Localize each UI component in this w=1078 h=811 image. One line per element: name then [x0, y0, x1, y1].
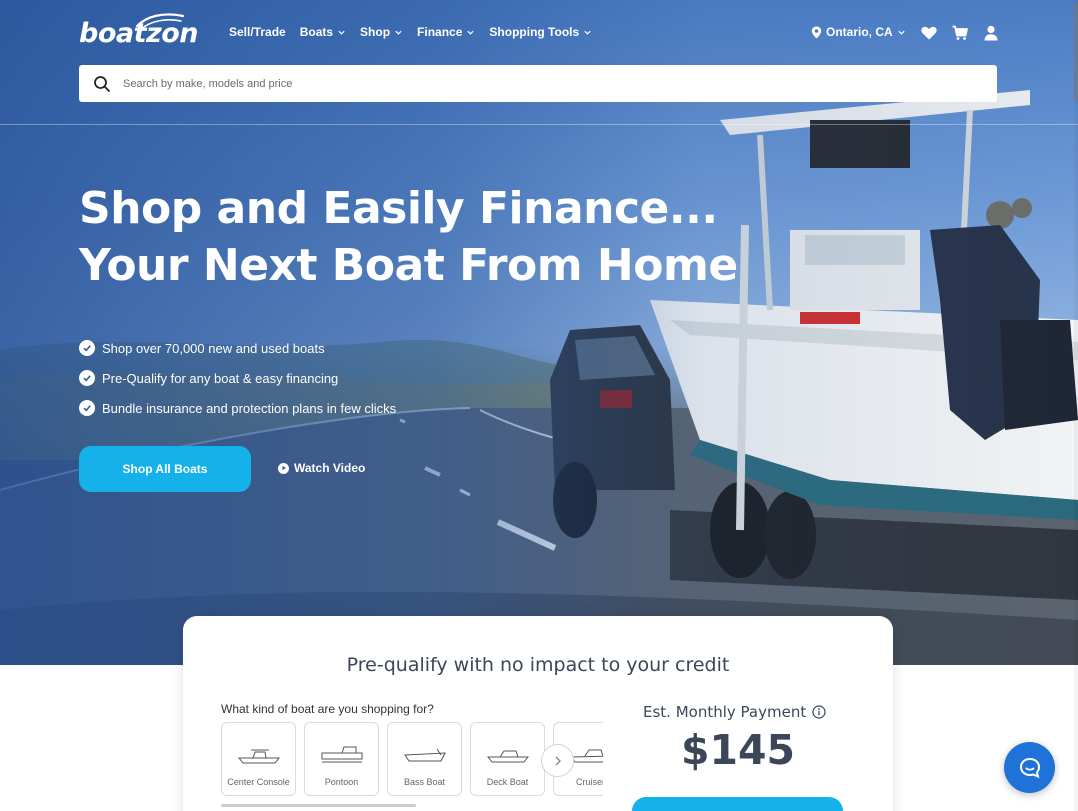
page-scrollbar-track	[1074, 0, 1078, 811]
hero-headline-line1: Shop and Easily Finance...	[79, 183, 718, 234]
benefit-item: Bundle insurance and protection plans in…	[79, 393, 396, 423]
search-icon	[94, 75, 110, 92]
hero-benefits-list: Shop over 70,000 new and used boats Pre-…	[79, 333, 396, 423]
bass-boat-icon	[403, 748, 446, 762]
hero-section: boatzon Sell/Trade Boats Shop Finance Sh…	[0, 0, 1078, 665]
boat-type-label: Deck Boat	[486, 777, 529, 787]
chevron-down-icon	[584, 30, 591, 35]
nav-finance[interactable]: Finance	[417, 25, 475, 39]
user-icon[interactable]	[982, 24, 1000, 42]
benefit-text: Bundle insurance and protection plans in…	[102, 400, 397, 416]
est-monthly-payment-label: Est. Monthly Payment	[643, 703, 826, 721]
boat-type-label: Cruiser	[575, 777, 603, 787]
search-bar[interactable]	[79, 65, 997, 102]
nav-boats[interactable]: Boats	[300, 25, 346, 39]
location-pin-icon	[811, 26, 822, 38]
est-label-text: Est. Monthly Payment	[643, 703, 807, 721]
page-scrollbar-thumb[interactable]	[1074, 2, 1078, 102]
hero-headline: Shop and Easily Finance... Your Next Boa…	[79, 180, 738, 294]
chevron-down-icon	[898, 30, 905, 35]
location-selector[interactable]: Ontario, CA	[811, 25, 910, 39]
benefit-text: Shop over 70,000 new and used boats	[102, 340, 325, 356]
pontoon-boat-icon	[321, 746, 362, 763]
prequalify-button[interactable]	[632, 797, 843, 811]
nav-sell-trade[interactable]: Sell/Trade	[229, 25, 286, 39]
watch-video-link[interactable]: Watch Video	[278, 461, 365, 475]
prequalify-card: Pre-qualify with no impact to your credi…	[183, 616, 893, 811]
search-input[interactable]	[123, 77, 973, 90]
nav-label: Sell/Trade	[229, 25, 286, 39]
boat-type-label: Bass Boat	[403, 777, 446, 787]
location-label: Ontario, CA	[826, 25, 893, 39]
nav-label: Boats	[299, 25, 334, 39]
nav-label: Shopping Tools	[489, 25, 580, 39]
checkmark-icon	[79, 400, 95, 416]
logo-text: boatzon	[79, 18, 199, 49]
chevron-down-icon	[338, 30, 345, 35]
header-divider	[0, 124, 1078, 125]
nav-shop[interactable]: Shop	[360, 25, 403, 39]
boat-type-bass-boat[interactable]: Bass Boat	[387, 722, 462, 796]
deck-boat-icon	[486, 750, 529, 763]
boat-type-label: Center Console	[227, 777, 290, 787]
chat-bubble-icon	[1019, 757, 1040, 778]
main-nav: Sell/Trade Boats Shop Finance Shopping T…	[229, 25, 606, 39]
carousel-next-button[interactable]	[541, 744, 574, 777]
boat-type-question: What kind of boat are you shopping for?	[221, 702, 434, 716]
boatzon-logo[interactable]: boatzon	[79, 12, 199, 49]
chevron-down-icon	[395, 30, 402, 35]
carousel-scrollbar[interactable]	[221, 804, 416, 807]
boat-type-deck-boat[interactable]: Deck Boat	[470, 722, 545, 796]
nav-label: Finance	[417, 25, 463, 39]
prequalify-title: Pre-qualify with no impact to your credi…	[346, 654, 730, 676]
benefit-text: Pre-Qualify for any boat & easy financin…	[102, 370, 339, 386]
cart-icon[interactable]	[951, 24, 969, 42]
chevron-down-icon	[467, 30, 475, 35]
shop-all-boats-button[interactable]: Shop All Boats	[79, 446, 251, 492]
watch-video-label: Watch Video	[294, 461, 366, 475]
play-icon	[278, 462, 289, 474]
nav-label: Shop	[360, 25, 391, 39]
benefit-item: Shop over 70,000 new and used boats	[79, 333, 396, 363]
nav-shopping-tools[interactable]: Shopping Tools	[489, 25, 592, 39]
checkmark-icon	[79, 370, 95, 386]
heart-icon[interactable]	[920, 24, 938, 42]
est-monthly-payment-value: $145	[680, 726, 796, 774]
checkmark-icon	[79, 340, 95, 356]
boat-type-center-console[interactable]: Center Console	[221, 722, 296, 796]
chat-button[interactable]	[1004, 742, 1055, 793]
boat-type-label: Pontoon	[324, 777, 359, 787]
benefit-item: Pre-Qualify for any boat & easy financin…	[79, 363, 396, 393]
boat-type-pontoon[interactable]: Pontoon	[304, 722, 379, 796]
hero-headline-line2: Your Next Boat From Home	[79, 240, 738, 291]
center-console-boat-icon	[237, 749, 280, 764]
chevron-right-icon	[555, 756, 561, 765]
info-icon[interactable]	[812, 705, 826, 719]
